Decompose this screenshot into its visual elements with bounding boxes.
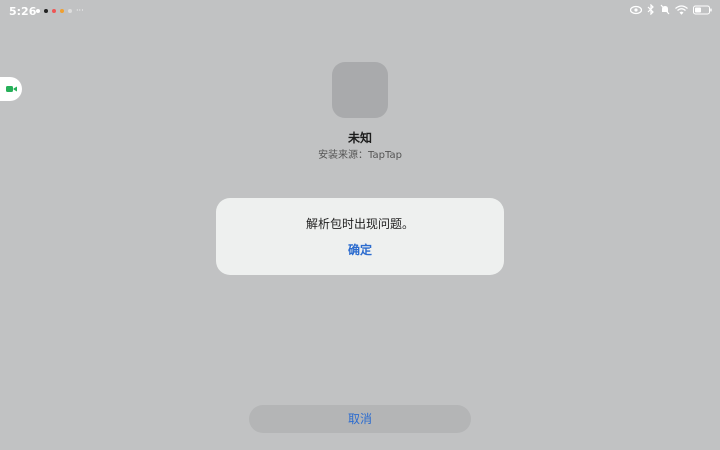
notification-dot-icon — [44, 9, 48, 13]
error-dialog: 解析包时出现问题。 确定 — [216, 198, 504, 275]
status-bar: 5:26 ··· — [0, 0, 720, 24]
wifi-icon — [675, 4, 688, 15]
cancel-button[interactable]: 取消 — [249, 405, 471, 433]
video-call-bubble[interactable] — [0, 77, 22, 101]
app-name: 未知 — [347, 131, 372, 145]
system-icons — [630, 4, 712, 15]
dialog-message: 解析包时出现问题。 — [305, 217, 414, 231]
notification-more-icon: ··· — [76, 6, 84, 15]
app-icon — [332, 62, 388, 118]
bluetooth-icon — [647, 4, 654, 15]
confirm-button[interactable]: 确定 — [330, 241, 390, 259]
eye-icon — [630, 5, 642, 14]
install-source: 安装来源：TapTap — [318, 150, 402, 161]
notification-dot-icon — [68, 9, 72, 13]
mute-icon — [660, 4, 670, 15]
notification-dot-icon — [52, 9, 56, 13]
video-camera-icon — [5, 86, 17, 92]
battery-icon — [693, 5, 712, 14]
notification-icons: ··· — [36, 6, 84, 16]
notification-dot-icon — [36, 9, 40, 13]
notification-dot-icon — [60, 9, 64, 13]
status-time: 5:26 — [9, 5, 37, 18]
